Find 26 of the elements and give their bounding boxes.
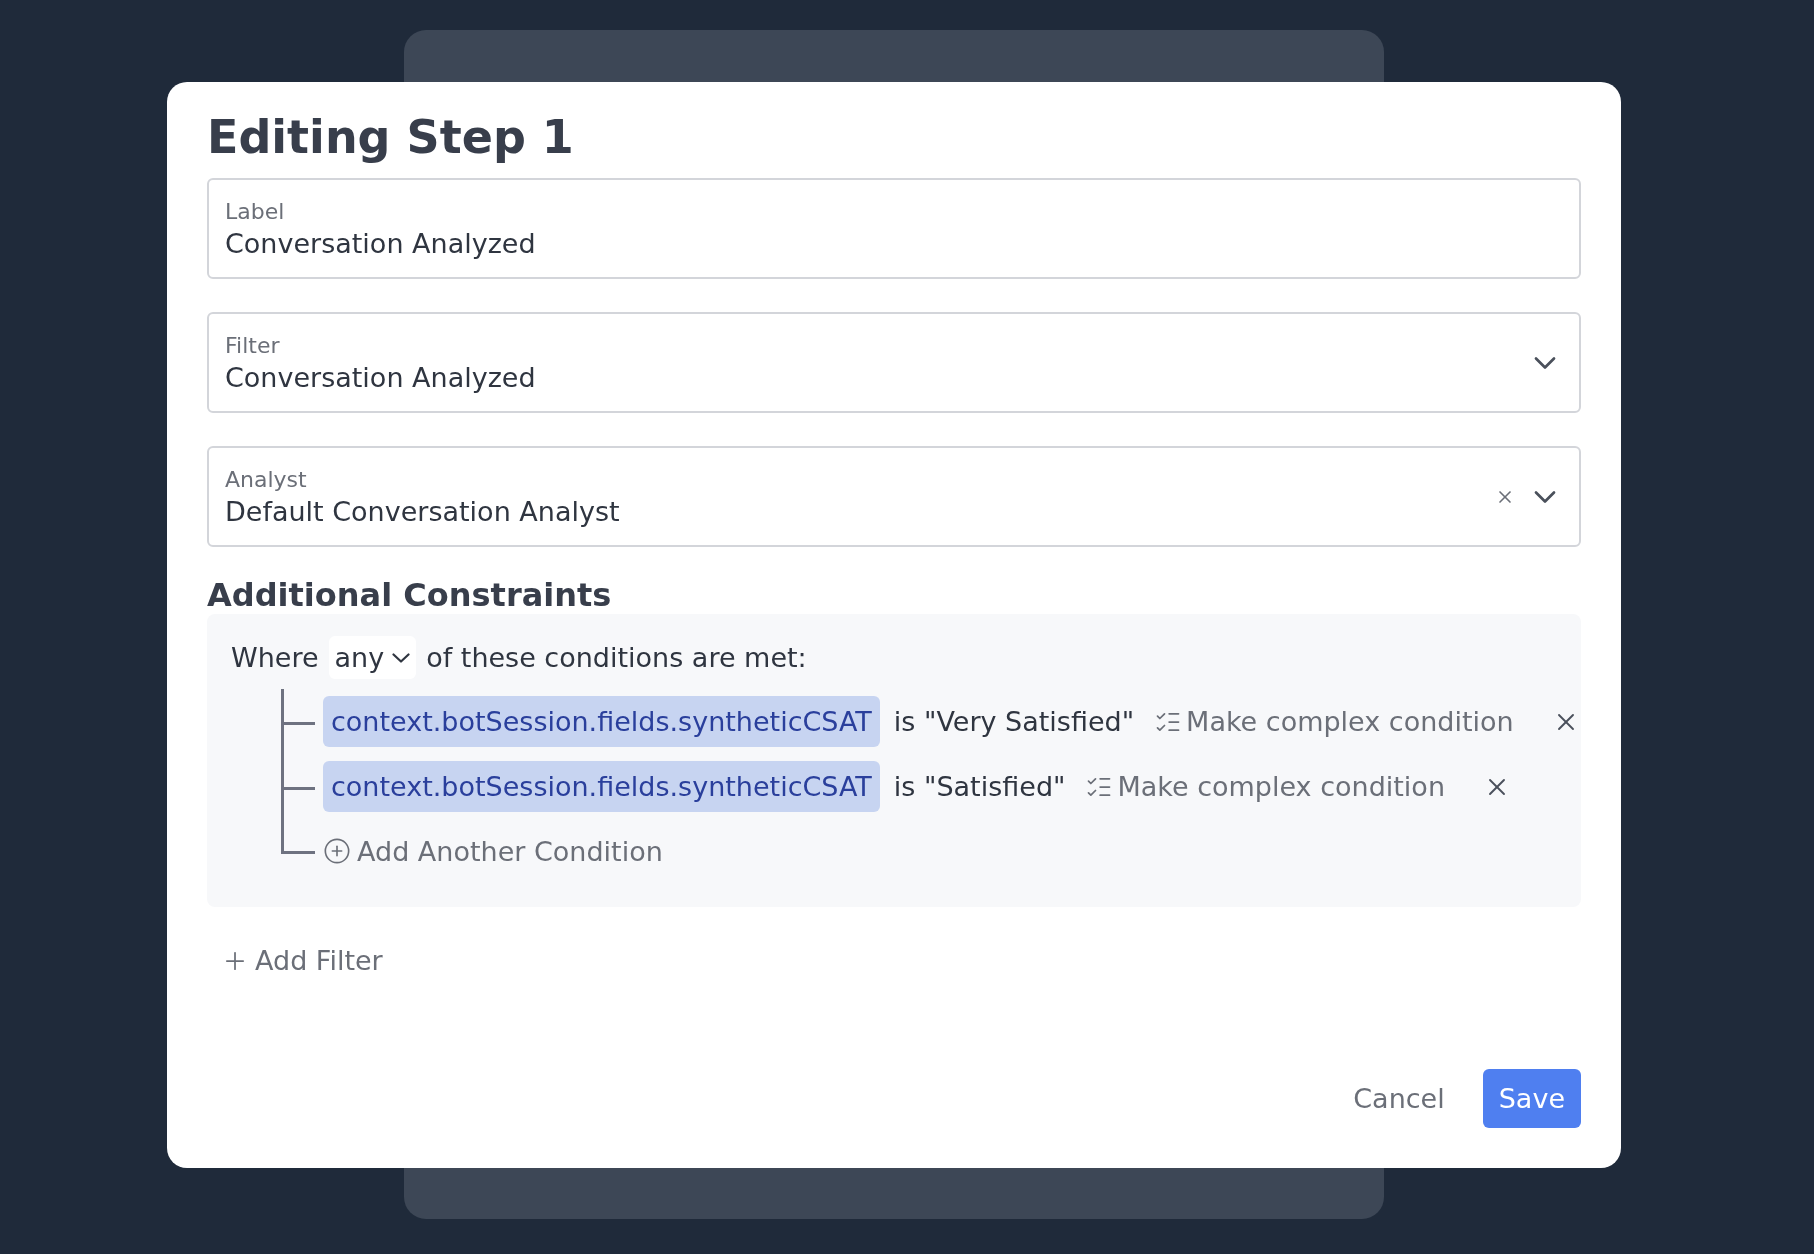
cancel-button[interactable]: Cancel: [1337, 1069, 1461, 1128]
dialog-title: Editing Step 1: [207, 110, 574, 164]
where-label: Where: [231, 642, 319, 673]
field-chip[interactable]: context.botSession.fields.syntheticCSAT: [323, 696, 880, 747]
field-chip[interactable]: context.botSession.fields.syntheticCSAT: [323, 761, 880, 812]
field-value: Default Conversation Analyst: [225, 495, 620, 527]
condition-value: is "Satisfied": [893, 771, 1066, 802]
field-label: Analyst: [225, 466, 307, 492]
section-heading: Additional Constraints: [207, 576, 612, 614]
field-value: Conversation Analyzed: [225, 227, 536, 259]
condition-value: is "Very Satisfied": [893, 706, 1135, 737]
make-complex-button[interactable]: Make complex condition: [1154, 706, 1514, 737]
input-field[interactable]: Label Conversation Analyzed: [207, 178, 1581, 279]
select-field[interactable]: Analyst Default Conversation Analyst: [207, 446, 1581, 547]
add-condition-button[interactable]: Add Another Condition: [323, 835, 663, 867]
field-label: Filter: [225, 332, 280, 358]
chevron-down-icon: [392, 652, 411, 663]
select-field[interactable]: Filter Conversation Analyzed: [207, 312, 1581, 413]
plus-circle-icon: [323, 837, 351, 865]
conditions-label: of these conditions are met:: [426, 642, 807, 673]
add-filter-button[interactable]: Add Filter: [221, 945, 383, 976]
quantifier-dropdown[interactable]: any: [328, 636, 417, 679]
field-label: Label: [225, 198, 285, 224]
field-value: Conversation Analyzed: [225, 361, 536, 393]
save-button[interactable]: Save: [1482, 1069, 1581, 1128]
make-complex-button[interactable]: Make complex condition: [1085, 771, 1445, 802]
